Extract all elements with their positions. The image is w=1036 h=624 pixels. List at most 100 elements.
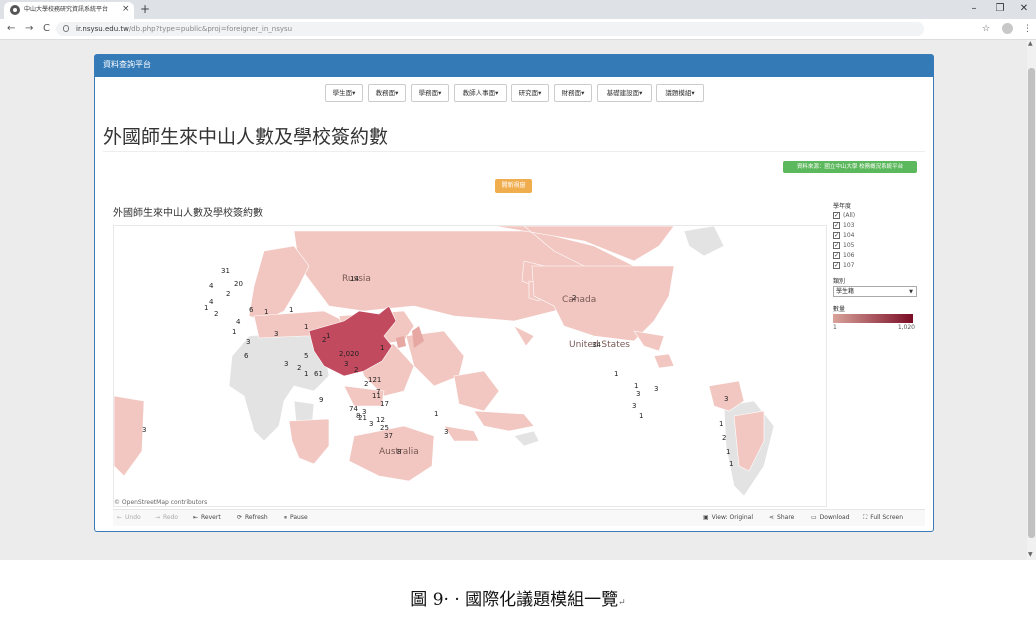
profile-avatar[interactable] xyxy=(1002,23,1013,34)
view-original-button[interactable]: ▣ View: Original xyxy=(703,513,753,523)
fullscreen-button[interactable]: ⛶ Full Screen xyxy=(863,513,903,523)
query-panel: 資料查詢平台 學生面▾ 教務面▾ 學務面▾ 教師人事面▾ 研究面▾ 財務面▾ 基… xyxy=(94,54,934,532)
filter-option-107[interactable]: ✓ 107 xyxy=(833,261,925,271)
minimize-button[interactable]: – xyxy=(964,1,984,17)
share-button[interactable]: ⋖ Share xyxy=(769,513,794,523)
redo-button[interactable]: → Redo xyxy=(155,513,178,523)
redo-icon: → xyxy=(155,514,161,521)
checkbox-icon: ✓ xyxy=(833,222,840,229)
filter-option-all[interactable]: ✓ (All) xyxy=(833,211,925,221)
revert-label: Revert xyxy=(201,514,221,521)
return-mark-icon: ↵ xyxy=(618,598,626,608)
menu-academic[interactable]: 教務面▾ xyxy=(368,84,406,102)
map-number-label: 3 xyxy=(444,428,448,436)
legend-max: 1,020 xyxy=(897,324,915,331)
url-host: ir.nsysu.edu.tw xyxy=(76,25,129,33)
back-button[interactable]: ← xyxy=(7,22,15,36)
panel-header: 資料查詢平台 xyxy=(95,55,933,77)
filter-option-105[interactable]: ✓ 105 xyxy=(833,241,925,251)
map-number-label: 2 xyxy=(722,434,726,442)
measure-label: 數量 xyxy=(833,306,846,313)
browser-tab[interactable]: 中山大學校務研究資訊系統平台 × xyxy=(4,2,134,19)
scrollbar-thumb[interactable] xyxy=(1028,68,1035,538)
caption-text: 圖 9· · 國際化議題模組一覽 xyxy=(410,590,619,610)
map-number-label: 2 xyxy=(297,364,301,372)
download-label: Download xyxy=(819,514,850,521)
caret-down-icon: ▼ xyxy=(909,289,913,295)
map-number-label: 11 xyxy=(372,392,381,400)
menu-finance[interactable]: 財務面▾ xyxy=(554,84,592,102)
map-label-australia: 8 xyxy=(397,448,401,456)
pause-button[interactable]: ⏸ Pause xyxy=(284,513,308,523)
menu-infrastructure[interactable]: 基礎建設面▾ xyxy=(597,84,652,102)
map-number-label: 31 xyxy=(221,267,230,275)
viz-toolbar: ← Undo → Redo ⇤ Revert ⟳ Refresh ⏸ Pause ▣ Vie… xyxy=(113,509,925,526)
map-number-label: 6 xyxy=(249,306,254,314)
reload-button[interactable]: C xyxy=(43,22,50,36)
open-window-button[interactable]: 開新視窗 xyxy=(495,179,532,193)
map-number-label: 1 xyxy=(639,412,643,420)
panel-header-title: 資料查詢平台 xyxy=(103,60,151,69)
scroll-up-arrow-icon[interactable]: ▲ xyxy=(1028,40,1033,48)
legend-min: 1 xyxy=(833,324,837,331)
map-number-label: 21 xyxy=(358,414,367,422)
filter-option-label: 104 xyxy=(843,232,855,239)
figure-caption: 圖 9· · 國際化議題模組一覽↵ xyxy=(0,588,1036,615)
filter-option-103[interactable]: ✓ 103 xyxy=(833,221,925,231)
map-svg: Russia Canada United States Australia 2,… xyxy=(114,226,775,497)
filter-option-label: 105 xyxy=(843,242,855,249)
undo-button[interactable]: ← Undo xyxy=(117,513,141,523)
scroll-down-arrow-icon[interactable]: ▼ xyxy=(1028,551,1033,559)
page-title: 外國師生來中山人數及學校簽約數 xyxy=(103,126,389,148)
menu-student-affairs[interactable]: 學務面▾ xyxy=(411,84,449,102)
menu-student[interactable]: 學生面▾ xyxy=(325,84,363,102)
window-close-button[interactable]: ✕ xyxy=(1014,1,1034,17)
filter-option-label: 103 xyxy=(843,222,855,229)
redo-label: Redo xyxy=(163,514,179,521)
filter-option-106[interactable]: ✓ 106 xyxy=(833,251,925,261)
new-tab-button[interactable]: + xyxy=(140,2,150,16)
refresh-label: Refresh xyxy=(245,514,268,521)
url-path: /db.php?type=public&proj=foreigner_in_ns… xyxy=(128,25,293,33)
browser-menu-button[interactable]: ⋮ xyxy=(1023,22,1032,36)
filter-option-104[interactable]: ✓ 104 xyxy=(833,231,925,241)
url-field[interactable]: ir.nsysu.edu.tw/db.php?type=public&proj=… xyxy=(56,22,924,36)
download-button[interactable]: ▭ Download xyxy=(811,513,850,523)
map-number-label: 3 xyxy=(246,338,250,346)
viz-filters: 學年度 ✓ (All) ✓ 103 ✓ 104 ✓ 105 ✓ 106 ✓ 107 類別 學… xyxy=(833,202,925,332)
menu-issue-module[interactable]: 議題模組▾ xyxy=(656,84,704,102)
fullscreen-label: Full Screen xyxy=(870,514,903,521)
map-number-label: 2 xyxy=(214,310,218,318)
map-number-label: 1 xyxy=(289,306,293,314)
map-number-label: 1 xyxy=(434,410,438,418)
browser-tab-bar: 中山大學校務研究資訊系統平台 × + – ❐ ✕ xyxy=(0,0,1036,19)
tab-title: 中山大學校務研究資訊系統平台 xyxy=(24,6,109,13)
globe-icon xyxy=(10,5,20,15)
lock-icon xyxy=(63,25,69,32)
star-icon[interactable]: ☆ xyxy=(982,22,990,36)
menu-faculty-personnel[interactable]: 教師人事面▾ xyxy=(454,84,507,102)
forward-button[interactable]: → xyxy=(25,22,33,36)
view-label: View: Original xyxy=(711,514,753,521)
menu-research[interactable]: 研究面▾ xyxy=(511,84,549,102)
view-icon: ▣ xyxy=(703,514,709,521)
restore-button[interactable]: ❐ xyxy=(990,1,1010,17)
map-number-label: 5 xyxy=(304,352,308,360)
tab-close-button[interactable]: × xyxy=(122,4,130,15)
revert-button[interactable]: ⇤ Revert xyxy=(193,513,221,523)
viz-title: 外國師生來中山人數及學校簽約數 xyxy=(113,208,263,219)
tableau-viz: 外國師生來中山人數及學校簽約數 Russia Canada United Sta… xyxy=(113,203,925,527)
refresh-button[interactable]: ⟳ Refresh xyxy=(237,513,268,523)
refresh-icon: ⟳ xyxy=(237,514,243,521)
checkbox-icon: ✓ xyxy=(833,242,840,249)
filter-option-label: (All) xyxy=(843,212,856,219)
map-number-label: 121 xyxy=(368,376,381,384)
map-number-label: 3 xyxy=(369,420,373,428)
map-label-usa: 34 xyxy=(592,341,601,349)
world-map[interactable]: Russia Canada United States Australia 2,… xyxy=(113,225,827,507)
color-legend-gradient xyxy=(833,314,913,323)
map-country-canada: Canada xyxy=(562,295,596,305)
category-select[interactable]: 學生籍 ▼ xyxy=(833,286,917,297)
year-filter-label: 學年度 xyxy=(833,203,852,210)
map-number-label: 61 xyxy=(314,370,323,378)
